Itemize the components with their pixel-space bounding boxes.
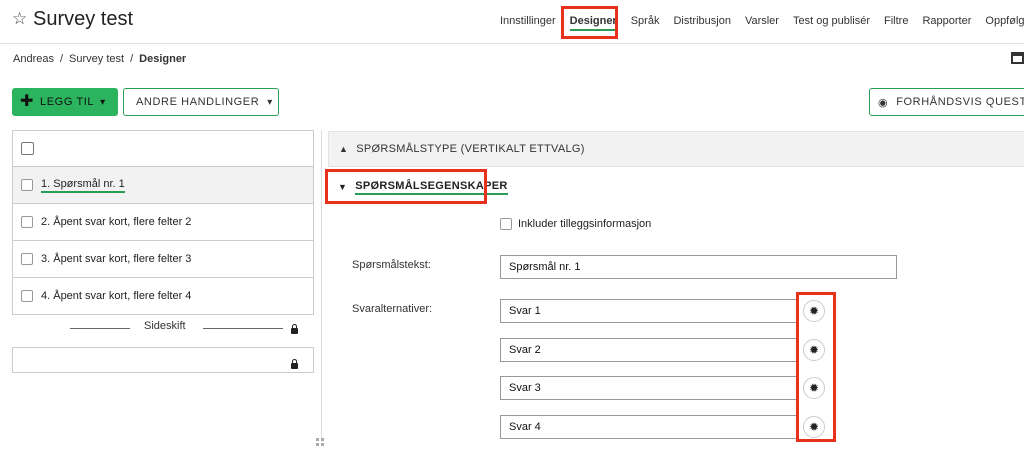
- answer-input-3[interactable]: Svar 3: [500, 376, 797, 400]
- page-break-label: Sideskift: [144, 320, 186, 332]
- top-bar: ☆ Survey test Innstillinger Designer Spr…: [0, 0, 1024, 44]
- question-text-label: Spørsmålstekst:: [352, 259, 431, 271]
- lock-icon: [291, 359, 298, 369]
- breadcrumb-current: Designer: [139, 53, 187, 65]
- page-break-line: [70, 328, 130, 329]
- plus-icon: ✚: [20, 93, 35, 110]
- highlight-gear-buttons: [796, 292, 836, 442]
- breadcrumb: Andreas / Survey test / Designer: [13, 53, 186, 65]
- include-extra-info[interactable]: Inkluder tilleggsinformasjon: [500, 218, 651, 230]
- question-text-input[interactable]: Spørsmål nr. 1: [500, 255, 897, 279]
- chevron-down-icon: ▾: [267, 96, 273, 108]
- question-label: 4. Åpent svar kort, flere felter 4: [41, 290, 192, 302]
- calendar-icon[interactable]: [1011, 52, 1024, 64]
- nav-innstillinger[interactable]: Innstillinger: [500, 15, 556, 31]
- select-all-row: [12, 130, 314, 167]
- preview-button[interactable]: ◉ FORHÅNDSVIS QUEST: [869, 88, 1024, 116]
- nav-varsler[interactable]: Varsler: [745, 15, 779, 31]
- include-extra-label: Inkluder tilleggsinformasjon: [518, 218, 652, 230]
- nav-oppfolging[interactable]: Oppfølging: [985, 15, 1024, 31]
- nav-rapporter[interactable]: Rapporter: [922, 15, 971, 31]
- page-block[interactable]: [12, 347, 314, 373]
- resize-grip-icon[interactable]: [316, 438, 326, 448]
- section-question-type[interactable]: ▲ SPØRSMÅLSTYPE (VERTIKALT ETTVALG): [328, 131, 1024, 167]
- answer-input-4[interactable]: Svar 4: [500, 415, 797, 439]
- question-label: 1. Spørsmål nr. 1: [41, 178, 125, 193]
- highlight-properties-section: [325, 169, 487, 204]
- question-checkbox[interactable]: [21, 290, 33, 302]
- question-label: 3. Åpent svar kort, flere felter 3: [41, 253, 192, 265]
- nav-test-og-publiser[interactable]: Test og publisér: [793, 15, 870, 31]
- question-list: 1. Spørsmål nr. 1 2. Åpent svar kort, fl…: [12, 130, 314, 315]
- answer-input-1[interactable]: Svar 1: [500, 299, 797, 323]
- breadcrumb-andreas[interactable]: Andreas: [13, 53, 54, 65]
- answers-label: Svaralternativer:: [352, 303, 433, 315]
- breadcrumb-separator: /: [130, 53, 134, 65]
- collapse-arrow-icon: ▲: [339, 144, 349, 154]
- include-extra-checkbox[interactable]: [500, 218, 512, 230]
- select-all-checkbox[interactable]: [21, 142, 34, 155]
- answer-input-2[interactable]: Svar 2: [500, 338, 797, 362]
- question-item-4[interactable]: 4. Åpent svar kort, flere felter 4: [12, 278, 314, 315]
- question-checkbox[interactable]: [21, 216, 33, 228]
- eye-icon: ◉: [878, 96, 889, 109]
- preview-button-label: FORHÅNDSVIS QUEST: [896, 96, 1024, 108]
- chevron-down-icon: ▾: [100, 96, 106, 108]
- page-break-line: [203, 328, 283, 329]
- add-button[interactable]: ✚ LEGG TIL ▾: [12, 88, 118, 116]
- question-checkbox[interactable]: [21, 253, 33, 265]
- other-actions-label: ANDRE HANDLINGER: [136, 96, 260, 108]
- add-button-label: LEGG TIL: [40, 96, 95, 108]
- question-label: 2. Åpent svar kort, flere felter 2: [41, 216, 192, 228]
- lock-icon: [291, 324, 298, 334]
- nav-filtre[interactable]: Filtre: [884, 15, 908, 31]
- nav-sprak[interactable]: Språk: [631, 15, 660, 31]
- breadcrumb-survey[interactable]: Survey test: [69, 53, 124, 65]
- page-break[interactable]: Sideskift: [70, 320, 300, 334]
- nav-distribusjon[interactable]: Distribusjon: [673, 15, 730, 31]
- question-item-3[interactable]: 3. Åpent svar kort, flere felter 3: [12, 241, 314, 278]
- star-icon[interactable]: ☆: [12, 9, 27, 29]
- other-actions-button[interactable]: ANDRE HANDLINGER ▾: [123, 88, 279, 116]
- question-item-2[interactable]: 2. Åpent svar kort, flere felter 2: [12, 204, 314, 241]
- highlight-designer-tab: [561, 6, 618, 39]
- panel-divider[interactable]: [321, 130, 322, 442]
- section-question-type-label: SPØRSMÅLSTYPE (VERTIKALT ETTVALG): [356, 143, 585, 155]
- breadcrumb-separator: /: [59, 53, 64, 65]
- question-item-1[interactable]: 1. Spørsmål nr. 1: [12, 167, 314, 204]
- question-checkbox[interactable]: [21, 179, 33, 191]
- page-title: Survey test: [33, 8, 134, 30]
